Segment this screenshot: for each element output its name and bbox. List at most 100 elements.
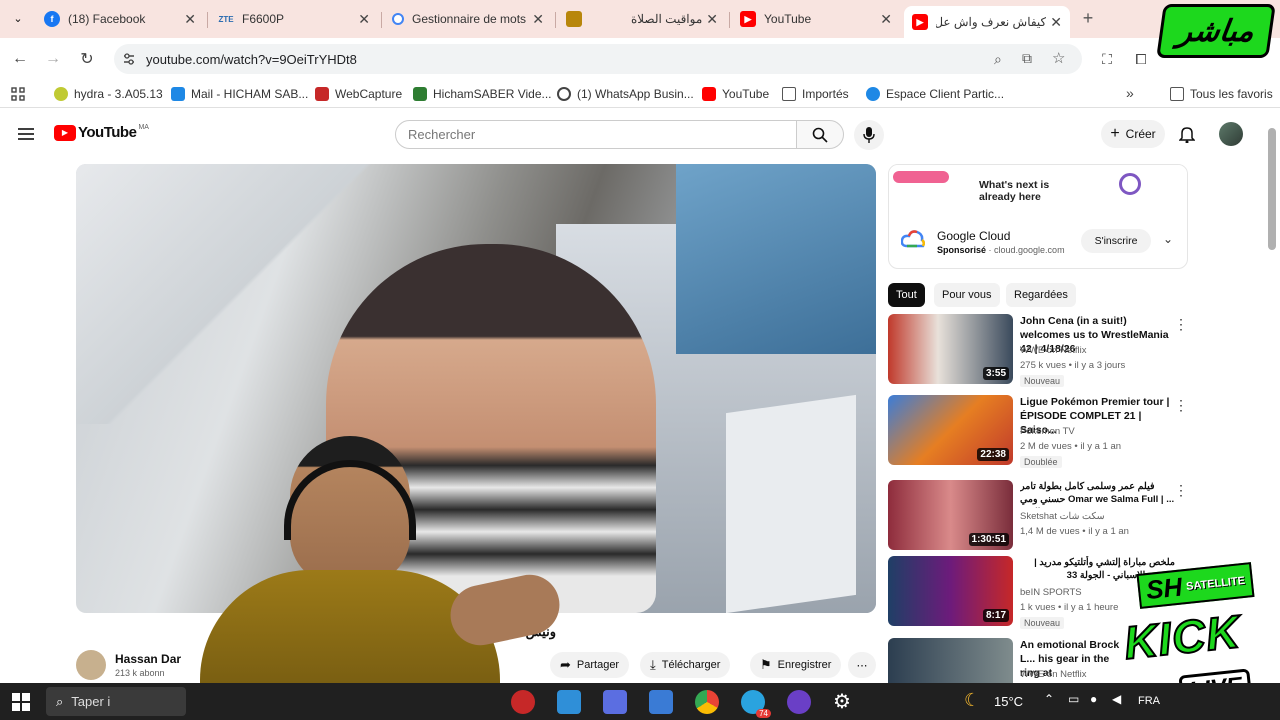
- google-cloud-icon: [901, 230, 925, 248]
- more-actions-button[interactable]: ⋯: [848, 652, 876, 678]
- settings-gear-icon[interactable]: ⚙: [833, 689, 851, 714]
- ad-subscribe-label: S'inscrire: [1094, 235, 1138, 247]
- taskbar-app-icon[interactable]: [649, 690, 673, 714]
- bookmark-mail[interactable]: Mail - HICHAM SAB...: [171, 85, 308, 103]
- weather-moon-icon: ☾: [964, 690, 981, 710]
- chip-watched[interactable]: Regardées: [1006, 283, 1076, 307]
- channel-name[interactable]: Hassan Dar: [115, 652, 181, 666]
- taskbar-app-icon[interactable]: [557, 690, 581, 714]
- bookmark-webcapture[interactable]: WebCapture: [315, 85, 402, 103]
- tab-f6600p[interactable]: ZTE F6600P ✕: [210, 6, 378, 32]
- chip-for-you[interactable]: Pour vous: [934, 283, 1000, 307]
- close-icon[interactable]: ✕: [706, 11, 718, 28]
- bookmark-whatsapp[interactable]: (1) WhatsApp Busin...: [557, 85, 694, 103]
- browser-tab-strip: ⌄ f (18) Facebook ✕ ZTE F6600P ✕ Gestion…: [0, 0, 1280, 38]
- recommendation-item[interactable]: 22:38 Ligue Pokémon Premier tour | ÉPISO…: [888, 395, 1188, 468]
- windows-start-icon[interactable]: [12, 693, 30, 711]
- voice-search-button[interactable]: [854, 120, 884, 150]
- tab-divider: [381, 12, 382, 28]
- install-app-icon[interactable]: ⧉: [1022, 50, 1032, 67]
- bookmark-star-icon[interactable]: ☆: [1052, 49, 1065, 67]
- ad-subscribe-button[interactable]: S'inscrire: [1081, 229, 1151, 253]
- bookmark-hichamsaber[interactable]: HichamSABER Vide...: [413, 85, 552, 103]
- bookmark-icon: ⚑: [760, 657, 772, 672]
- sponsored-ad[interactable]: What's next is already here Google Cloud…: [888, 164, 1188, 269]
- volume-icon[interactable]: ◀: [1112, 692, 1121, 706]
- video-thumbnail: 8:17: [888, 556, 1013, 626]
- youtube-icon: ▶: [912, 14, 928, 30]
- close-icon[interactable]: ✕: [880, 11, 892, 28]
- whatsapp-icon: [557, 87, 571, 101]
- puzzle-icon[interactable]: ⧠: [1130, 48, 1152, 70]
- more-bookmarks-icon[interactable]: »: [1126, 85, 1134, 101]
- video-thumbnail: 1:30:51: [888, 480, 1013, 550]
- bookmark-folder-all[interactable]: Tous les favoris: [1170, 85, 1273, 103]
- more-options-icon[interactable]: ⋮: [1174, 482, 1188, 499]
- extension-icon[interactable]: ⛶: [1096, 48, 1118, 70]
- notifications-bell-icon[interactable]: [1179, 125, 1195, 143]
- bookmark-youtube[interactable]: YouTube: [702, 85, 769, 103]
- search-button[interactable]: [796, 120, 844, 149]
- taskbar-search-placeholder: Taper i: [71, 694, 111, 709]
- tab-password-manager[interactable]: Gestionnaire de mots ✕: [384, 6, 552, 32]
- channel-avatar[interactable]: [76, 650, 106, 680]
- close-icon[interactable]: ✕: [1050, 14, 1062, 31]
- youtube-logo[interactable]: ▶ YouTube MA: [54, 124, 149, 141]
- recommendation-meta: 1,4 M de vues • il y a 1 an: [1020, 526, 1129, 537]
- plus-icon: +: [1110, 125, 1120, 142]
- input-language[interactable]: FRA: [1138, 695, 1160, 707]
- menu-icon[interactable]: [18, 127, 34, 141]
- reload-button[interactable]: ↻: [76, 48, 98, 70]
- download-button[interactable]: ⤓ Télécharger: [640, 652, 731, 678]
- close-icon[interactable]: ✕: [358, 11, 370, 28]
- tab-prayer-times[interactable]: مواقيت الصلاة ✕: [558, 6, 726, 32]
- tray-chevron-icon[interactable]: ⌃: [1044, 692, 1054, 706]
- site-info-icon[interactable]: [122, 52, 136, 66]
- close-icon[interactable]: ✕: [532, 11, 544, 28]
- bookmark-hydra[interactable]: hydra - 3.A05.13: [54, 85, 163, 103]
- new-badge: Nouveau: [1020, 375, 1065, 387]
- ad-banner: What's next is already here: [889, 165, 1187, 217]
- taskbar-app-icon[interactable]: [787, 690, 811, 714]
- page-scrollbar[interactable]: [1268, 128, 1276, 250]
- download-icon: ⤓: [650, 657, 656, 672]
- bookmark-espace-client[interactable]: Espace Client Partic...: [866, 85, 1004, 103]
- close-icon[interactable]: ✕: [184, 11, 196, 28]
- taskbar-search[interactable]: ⌕ Taper i: [46, 687, 186, 716]
- tab-facebook[interactable]: f (18) Facebook ✕: [36, 6, 204, 32]
- microphone-icon[interactable]: ●: [1090, 692, 1097, 706]
- tab-youtube[interactable]: ▶ YouTube ✕: [732, 6, 900, 32]
- forward-button[interactable]: →: [42, 48, 64, 70]
- tab-search-button[interactable]: ⌄: [8, 9, 28, 29]
- back-button[interactable]: ←: [9, 48, 31, 70]
- taskbar-telegram-icon[interactable]: 74: [741, 690, 771, 718]
- bookmark-label: YouTube: [722, 87, 770, 101]
- account-avatar[interactable]: [1219, 122, 1243, 146]
- more-options-icon[interactable]: ⋮: [1174, 397, 1188, 414]
- taskbar-app-icon[interactable]: [511, 690, 535, 714]
- weather-temperature[interactable]: 15°C: [994, 694, 1023, 709]
- address-bar[interactable]: youtube.com/watch?v=9OeiTrYHDt8 ⌕ ⧉ ☆: [114, 44, 1082, 74]
- tab-active-video[interactable]: ▶ كيفاش نعرف واش عل ✕: [904, 6, 1070, 38]
- create-button[interactable]: + Créer: [1101, 120, 1165, 148]
- new-tab-button[interactable]: +: [1078, 8, 1098, 28]
- apps-icon[interactable]: [11, 87, 25, 101]
- network-icon[interactable]: ▭: [1068, 692, 1079, 706]
- taskbar-chrome-icon[interactable]: [695, 690, 719, 714]
- duration-badge: 22:38: [977, 448, 1009, 461]
- recommendation-item[interactable]: 1:30:51 فيلم عمر وسلمى كامل بطولة تامر ح…: [888, 480, 1188, 552]
- more-options-icon[interactable]: ⋮: [1174, 316, 1188, 333]
- recommendation-item[interactable]: 3:55 John Cena (in a suit!) welcomes us …: [888, 314, 1188, 387]
- save-button[interactable]: ⚑ Enregistrer: [750, 652, 842, 678]
- bookmark-folder-imported[interactable]: Importés: [782, 85, 849, 103]
- zoom-icon[interactable]: ⌕: [994, 51, 1002, 68]
- search-input[interactable]: Rechercher: [395, 120, 797, 149]
- chip-all[interactable]: Tout: [888, 283, 925, 307]
- region-code: MA: [138, 124, 149, 131]
- video-frame-hand: [76, 164, 396, 424]
- bank-icon: [866, 87, 880, 101]
- share-button[interactable]: ➦ Partager: [550, 652, 630, 678]
- recommendation-title: فيلم عمر وسلمى كامل بطولة تامر حسني ومي …: [1020, 481, 1175, 508]
- chevron-down-icon[interactable]: ⌄: [1163, 232, 1173, 246]
- taskbar-calculator-icon[interactable]: [603, 690, 627, 714]
